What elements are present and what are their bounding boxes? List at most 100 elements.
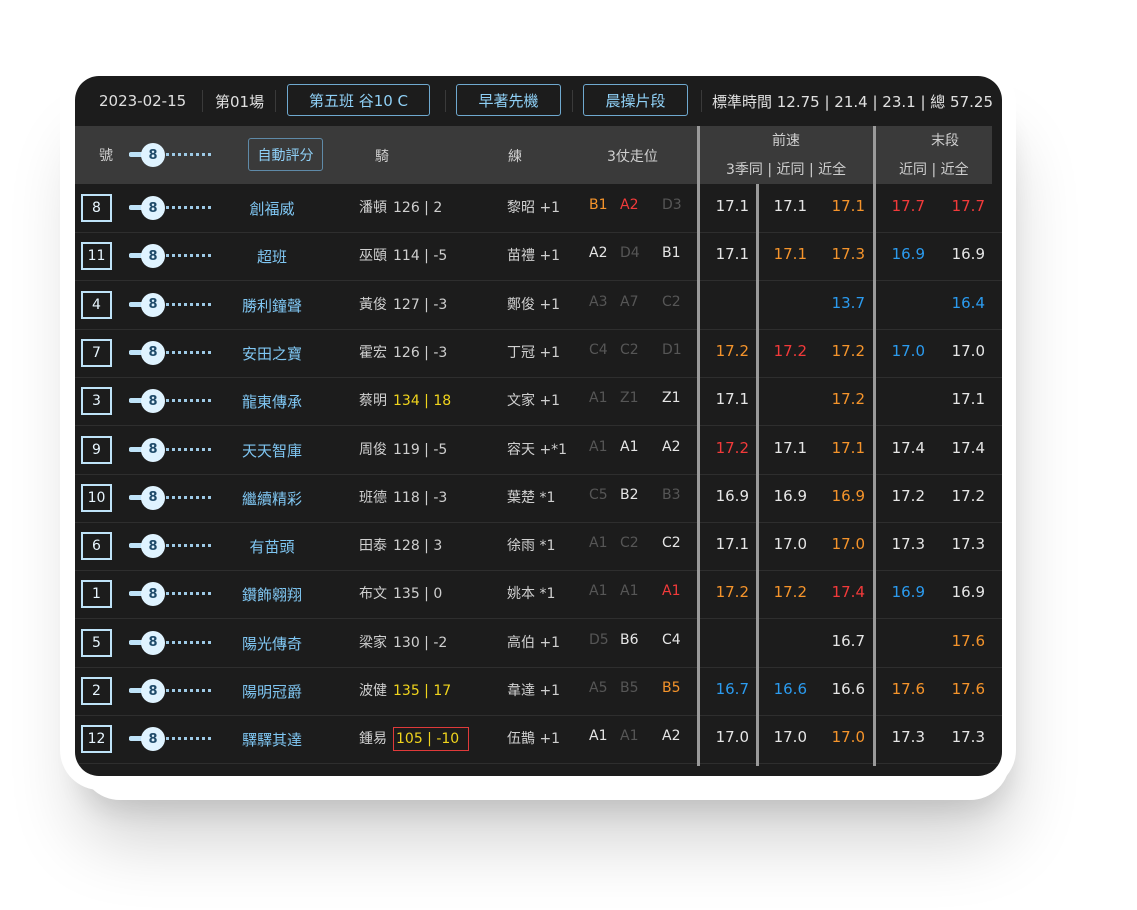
horse-name[interactable]: 創福威	[215, 198, 329, 219]
position-cell: B6	[620, 631, 639, 648]
table-row[interactable]: 4 8 勝利鐘聲 黃俊 127 | -3 鄭俊 +1 A3 A7 C2 13.7 16.4	[75, 281, 1002, 330]
rating-slider[interactable]: 8	[127, 582, 212, 607]
slider-knob[interactable]: 8	[141, 485, 165, 510]
position-cell: D4	[620, 245, 640, 262]
front-speed-cell: 17.1	[773, 197, 807, 215]
front-speed-cell: 16.6	[831, 680, 865, 698]
table-row[interactable]: 1 8 鑽飾翱翔 布文 135 | 0 姚本 *1 A1 A1 A1 17.2 17.2 17.4 1…	[75, 570, 1002, 620]
rating-slider[interactable]: 8	[127, 727, 212, 752]
table-row[interactable]: 11 8 超班 巫頤 114 | -5 苗禮 +1 A2 D4 B1 17.1 17.1 17.3 1…	[75, 232, 1002, 282]
slider-knob[interactable]: 8	[141, 340, 165, 365]
horse-name[interactable]: 天天智庫	[215, 440, 329, 461]
mode-button[interactable]: 早著先機	[456, 84, 561, 116]
divider	[275, 90, 276, 112]
end-speed-cell: 16.9	[891, 245, 925, 264]
slider-knob[interactable]: 8	[141, 143, 165, 167]
rating-slider[interactable]: 8	[127, 389, 212, 414]
slider-knob[interactable]: 8	[141, 292, 165, 317]
end-speed-cell: 17.7	[951, 197, 985, 215]
divider	[202, 90, 203, 112]
end-speed-cell: 17.7	[891, 197, 925, 215]
table-row[interactable]: 3 8 龍東傳承 蔡明 134 | 18 文家 +1 A1 Z1 Z1 17.1 17.2 17.1	[75, 377, 1002, 427]
table-row[interactable]: 7 8 安田之寶 霍宏 126 | -3 丁冠 +1 C4 C2 D1 17.2 17.2 17.2…	[75, 329, 1002, 378]
table-row[interactable]: 9 8 天天智庫 周俊 119 | -5 容天 +*1 A1 A1 A2 17.2 17.1 17.…	[75, 426, 1002, 475]
rating-slider[interactable]: 8	[127, 485, 212, 510]
horse-number: 11	[81, 242, 112, 271]
end-speed-cell: 17.3	[891, 728, 925, 747]
jockey-name: 巫頤	[359, 248, 387, 265]
rating-slider[interactable]: 8	[127, 534, 212, 559]
position-cell: A1	[620, 438, 639, 455]
table-row[interactable]: 6 8 有苗頭 田泰 128 | 3 徐雨 *1 A1 C2 C2 17.1 17.0 17.0 17…	[75, 522, 1002, 572]
slider-knob[interactable]: 8	[141, 437, 165, 462]
table-row[interactable]: 12 8 驛驛其達 鍾易 105 | -10 伍鵲 +1 A1 A1 A2 17.0 17.0 17…	[75, 715, 1002, 765]
jockey-name: 鍾易	[359, 731, 387, 748]
class-button[interactable]: 第五班 谷10 C	[287, 84, 430, 116]
rating-slider[interactable]: 8	[127, 437, 212, 462]
trainer: 鄭俊 +1	[507, 296, 561, 313]
jockey: 周俊 119 | -5	[359, 439, 447, 459]
horse-name[interactable]: 陽光傳奇	[215, 633, 329, 654]
horse-name[interactable]: 驛驛其達	[215, 729, 329, 750]
front-speed-cell: 17.2	[715, 438, 749, 457]
rating-slider[interactable]: 8	[127, 630, 212, 655]
slider-knob[interactable]: 8	[141, 679, 165, 703]
position-cell: B3	[662, 486, 681, 503]
header-slider[interactable]: 8	[127, 143, 212, 167]
front-speed-cell: 17.2	[831, 390, 865, 409]
end-speed-cell: 17.3	[951, 535, 985, 554]
rating-slider[interactable]: 8	[127, 292, 212, 317]
header-trainer: 練	[508, 149, 522, 165]
horse-name[interactable]: 安田之寶	[215, 343, 329, 364]
position-cell: A1	[589, 390, 608, 407]
slider-knob[interactable]: 8	[141, 630, 165, 655]
position-cell: B1	[662, 245, 681, 262]
weight-rating: 134 | 18	[393, 393, 452, 410]
jockey-name: 波健	[359, 683, 387, 699]
auto-score-button[interactable]: 自動評分	[248, 138, 323, 171]
horse-name[interactable]: 繼續精彩	[215, 488, 329, 509]
race-number: 第01場	[215, 92, 265, 111]
rating-slider[interactable]: 8	[127, 340, 212, 365]
jockey-name: 田泰	[359, 538, 387, 555]
jockey: 波健 135 | 17	[359, 680, 451, 700]
horse-number: 5	[81, 628, 112, 657]
rating-slider[interactable]: 8	[127, 196, 212, 220]
session-button[interactable]: 晨操片段	[583, 84, 688, 116]
horse-name[interactable]: 勝利鐘聲	[215, 295, 329, 316]
horse-name[interactable]: 陽明冠爵	[215, 681, 329, 702]
front-speed-cell: 16.7	[831, 631, 865, 650]
front-speed-cell: 17.1	[715, 245, 749, 264]
slider-knob[interactable]: 8	[141, 727, 165, 752]
horse-name[interactable]: 超班	[215, 246, 329, 267]
position-cell: B5	[620, 680, 639, 696]
slider-knob[interactable]: 8	[141, 534, 165, 559]
divider	[572, 90, 573, 112]
front-speed-cell: 17.3	[831, 245, 865, 264]
table-row[interactable]: 2 8 陽明冠爵 波健 135 | 17 韋達 +1 A5 B5 B5 16.7 16.6 16.6…	[75, 667, 1002, 716]
slider-knob[interactable]: 8	[141, 196, 165, 220]
position-cell: C2	[620, 341, 639, 358]
trainer: 葉楚 *1	[507, 489, 556, 506]
horse-name[interactable]: 有苗頭	[215, 536, 329, 557]
horse-name[interactable]: 鑽飾翱翔	[215, 584, 329, 605]
position-cell: C4	[589, 341, 608, 358]
table-row[interactable]: 8 8 創福威 潘頓 126 | 2 黎昭 +1 B1 A2 D3 17.1 17.1 17.1 17…	[75, 184, 1002, 233]
rating-slider[interactable]: 8	[127, 679, 212, 703]
horse-number: 2	[81, 677, 112, 705]
position-cell: C5	[589, 486, 608, 503]
slider-knob[interactable]: 8	[141, 582, 165, 607]
slider-knob[interactable]: 8	[141, 389, 165, 414]
slider-knob[interactable]: 8	[141, 244, 165, 269]
header-end: 末段	[931, 133, 959, 149]
end-speed-cell: 17.2	[891, 486, 925, 505]
horse-name[interactable]: 龍東傳承	[215, 391, 329, 412]
rating-slider[interactable]: 8	[127, 244, 212, 269]
position-cell: D3	[662, 197, 682, 213]
end-speed-cell: 17.1	[951, 390, 985, 409]
table-row[interactable]: 10 8 繼續精彩 班德 118 | -3 葉楚 *1 C5 B2 B3 16.9 16.9 16.…	[75, 474, 1002, 523]
table-row[interactable]: 5 8 陽光傳奇 梁家 130 | -2 高伯 +1 D5 B6 C4 16.7 17.6	[75, 619, 1002, 668]
horse-number: 8	[81, 194, 112, 222]
position-cell: Z1	[620, 390, 639, 407]
trainer: 伍鵲 +1	[507, 731, 561, 748]
